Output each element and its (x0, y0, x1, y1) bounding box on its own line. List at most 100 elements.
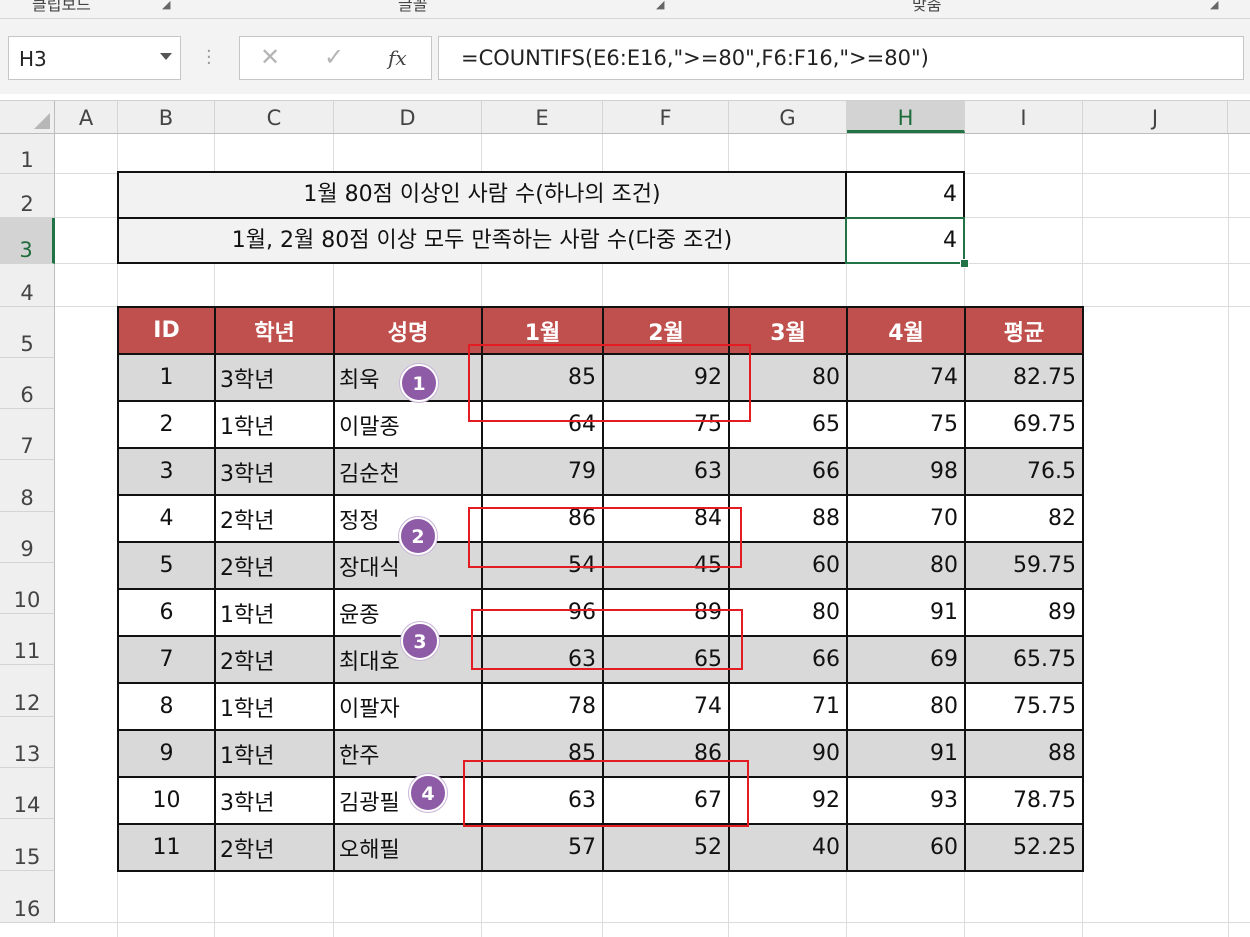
column-header-a[interactable]: A (55, 101, 118, 133)
enter-icon[interactable]: ✓ (324, 43, 344, 71)
cancel-icon[interactable]: ✕ (260, 43, 280, 71)
row-header-5[interactable]: 5 (0, 307, 55, 358)
cell-id[interactable]: 7 (117, 635, 216, 684)
cell-mar[interactable]: 66 (728, 447, 848, 496)
cell-mar[interactable]: 40 (728, 823, 848, 872)
row-header-16[interactable]: 16 (0, 871, 55, 923)
cell-grade[interactable]: 1학년 (214, 400, 335, 449)
fill-handle[interactable] (960, 259, 969, 268)
dialog-launcher-icon[interactable]: ◢ (1210, 0, 1218, 11)
column-header-i[interactable]: I (965, 101, 1083, 133)
row-header-8[interactable]: 8 (0, 460, 55, 512)
cell-mar[interactable]: 88 (728, 494, 848, 543)
cell-grade[interactable]: 3학년 (214, 447, 335, 496)
cell-apr[interactable]: 91 (846, 729, 966, 778)
cell-average[interactable]: 65.75 (964, 635, 1084, 684)
cell-id[interactable]: 2 (117, 400, 216, 449)
cell-name[interactable]: 오해필 (333, 823, 483, 872)
cell-mar[interactable]: 71 (728, 682, 848, 731)
formula-input[interactable]: =COUNTIFS(E6:E16,">=80",F6:F16,">=80") (438, 36, 1244, 80)
cell-name[interactable]: 이팔자 (333, 682, 483, 731)
column-header-e[interactable]: E (482, 101, 603, 133)
cell-grade[interactable]: 1학년 (214, 682, 335, 731)
row-header-13[interactable]: 13 (0, 717, 55, 768)
cell-apr[interactable]: 80 (846, 682, 966, 731)
header-average[interactable]: 평균 (964, 306, 1084, 355)
cell-id[interactable]: 11 (117, 823, 216, 872)
cell-grade[interactable]: 1학년 (214, 588, 335, 637)
column-header-c[interactable]: C (215, 101, 334, 133)
cell-apr[interactable]: 70 (846, 494, 966, 543)
row-header-9[interactable]: 9 (0, 512, 55, 563)
row-header-11[interactable]: 11 (0, 614, 55, 665)
cell-feb[interactable]: 52 (602, 823, 730, 872)
cell-grade[interactable]: 2학년 (214, 494, 335, 543)
dialog-launcher-icon[interactable]: ◢ (656, 0, 664, 11)
summary-label-single-condition[interactable]: 1월 80점 이상인 사람 수(하나의 조건) (117, 171, 847, 219)
cell-grade[interactable]: 2학년 (214, 541, 335, 590)
cell-grade[interactable]: 2학년 (214, 635, 335, 684)
cell-mar[interactable]: 80 (728, 588, 848, 637)
cell-id[interactable]: 10 (117, 776, 216, 825)
header-grade[interactable]: 학년 (214, 306, 335, 355)
cell-apr[interactable]: 93 (846, 776, 966, 825)
cell-average[interactable]: 89 (964, 588, 1084, 637)
summary-label-multi-condition[interactable]: 1월, 2월 80점 이상 모두 만족하는 사람 수(다중 조건) (117, 217, 847, 264)
insert-function-icon[interactable]: fx (388, 46, 407, 70)
cell-average[interactable]: 69.75 (964, 400, 1084, 449)
cell-jan[interactable]: 78 (481, 682, 604, 731)
cell-name[interactable]: 김광필 (333, 776, 483, 825)
row-header-14[interactable]: 14 (0, 768, 55, 819)
column-header-g[interactable]: G (729, 101, 847, 133)
cell-grade[interactable]: 2학년 (214, 823, 335, 872)
active-cell-h3[interactable]: 4 (845, 217, 965, 264)
summary-value-single-condition[interactable]: 4 (845, 171, 965, 219)
cell-id[interactable]: 4 (117, 494, 216, 543)
cell-grade[interactable]: 3학년 (214, 776, 335, 825)
row-header-1[interactable]: 1 (0, 134, 55, 174)
row-header-15[interactable]: 15 (0, 819, 55, 871)
ribbon-group-font[interactable]: 글꼴 (398, 0, 427, 15)
ribbon-group-alignment[interactable]: 맞춤 (912, 0, 941, 15)
row-header-7[interactable]: 7 (0, 409, 55, 460)
cell-id[interactable]: 8 (117, 682, 216, 731)
cell-id[interactable]: 9 (117, 729, 216, 778)
formula-bar-resize-handle[interactable]: · · · (206, 43, 212, 73)
name-box[interactable]: H3 (8, 36, 181, 80)
column-header-j[interactable]: J (1083, 101, 1228, 133)
header-id[interactable]: ID (117, 306, 216, 355)
cell-apr[interactable]: 60 (846, 823, 966, 872)
cell-average[interactable]: 52.25 (964, 823, 1084, 872)
cell-name[interactable]: 이말종 (333, 400, 483, 449)
cell-average[interactable]: 59.75 (964, 541, 1084, 590)
cell-jan[interactable]: 57 (481, 823, 604, 872)
cell-apr[interactable]: 91 (846, 588, 966, 637)
row-header-10[interactable]: 10 (0, 563, 55, 614)
row-header-6[interactable]: 6 (0, 358, 55, 409)
cell-average[interactable]: 82.75 (964, 353, 1084, 402)
cell-average[interactable]: 82 (964, 494, 1084, 543)
cell-average[interactable]: 75.75 (964, 682, 1084, 731)
column-header-f[interactable]: F (603, 101, 729, 133)
header-name[interactable]: 성명 (333, 306, 483, 355)
column-header-d[interactable]: D (334, 101, 482, 133)
cell-id[interactable]: 6 (117, 588, 216, 637)
cell-average[interactable]: 88 (964, 729, 1084, 778)
cell-apr[interactable]: 74 (846, 353, 966, 402)
worksheet-grid[interactable]: A B C D E F G H I J 1 2 3 4 5 6 7 8 9 10… (0, 100, 1250, 937)
cell-feb[interactable]: 74 (602, 682, 730, 731)
row-header-4[interactable]: 4 (0, 264, 55, 307)
row-header-12[interactable]: 12 (0, 665, 55, 717)
cell-name[interactable]: 한주 (333, 729, 483, 778)
row-header-2[interactable]: 2 (0, 174, 55, 218)
cell-id[interactable]: 3 (117, 447, 216, 496)
cell-jan[interactable]: 79 (481, 447, 604, 496)
cell-average[interactable]: 78.75 (964, 776, 1084, 825)
column-header-h[interactable]: H (847, 101, 965, 133)
cell-grade[interactable]: 3학년 (214, 353, 335, 402)
cell-id[interactable]: 1 (117, 353, 216, 402)
cell-mar[interactable]: 60 (728, 541, 848, 590)
column-header-b[interactable]: B (118, 101, 215, 133)
cell-average[interactable]: 76.5 (964, 447, 1084, 496)
cell-feb[interactable]: 63 (602, 447, 730, 496)
